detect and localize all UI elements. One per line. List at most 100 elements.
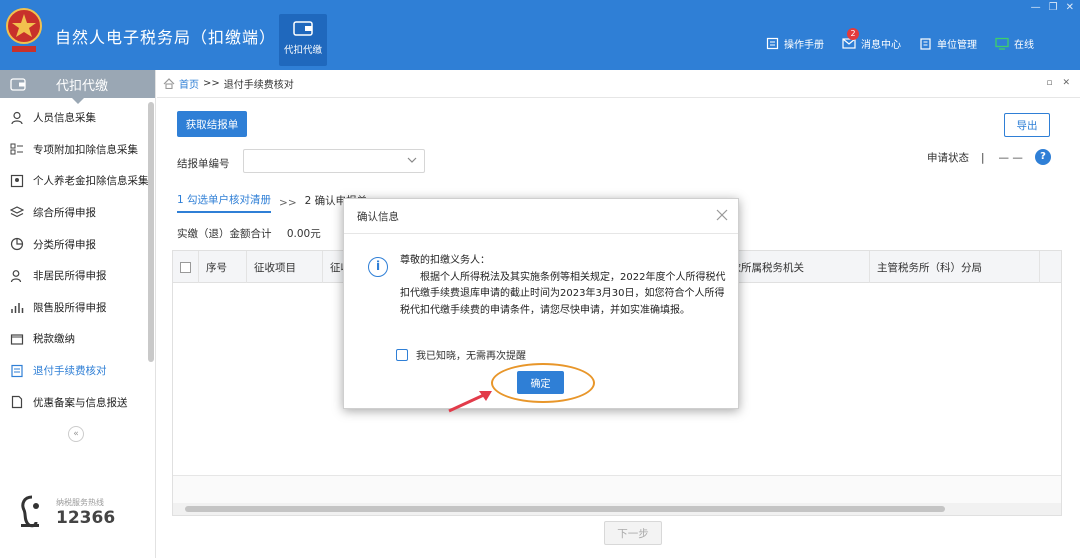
column-header: 主管税务所（科）分局 <box>870 251 1040 283</box>
app-header: 自然人电子税务局（扣缴端） 代扣代缴 操作手册 2 消息中心 单位管理 在线 —… <box>0 0 1080 70</box>
highlight-ring <box>491 363 595 403</box>
close-icon[interactable] <box>716 209 728 221</box>
document-icon <box>11 364 23 377</box>
hotline-label: 纳税服务热线 <box>56 497 104 507</box>
sidebar-item-label: 个人养老金扣除信息采集 <box>33 175 149 188</box>
application-status: 申请状态 | — — <box>927 150 1023 165</box>
dialog-title-bar: 确认信息 <box>344 199 738 234</box>
dialog-greeting: 尊敬的扣缴义务人： <box>400 255 490 266</box>
breadcrumb-current: 退付手续费核对 <box>223 80 294 91</box>
manual-label: 操作手册 <box>784 39 824 51</box>
sidebar-item-label: 专项附加扣除信息采集 <box>33 143 138 156</box>
user-icon <box>10 269 22 282</box>
column-header: 征收项目 <box>247 251 323 283</box>
file-icon <box>11 396 23 409</box>
step-indicator: 1 勾选单户核对清册 >> 2 确认申报单 <box>177 192 367 213</box>
home-icon <box>163 78 175 89</box>
wallet-icon <box>10 77 26 91</box>
dialog-message: 尊敬的扣缴义务人： 根据个人所得税法及其实施条例等相关规定，2022年度个人所得… <box>400 253 728 319</box>
breadcrumb-home[interactable]: 首页 <box>179 76 199 91</box>
restore-icon[interactable]: ❐ <box>1049 2 1058 13</box>
table-horizontal-scrollbar[interactable] <box>173 503 1061 515</box>
summary-value: 0.00元 <box>286 228 321 240</box>
app-title: 自然人电子税务局（扣缴端） <box>55 28 277 47</box>
dialog-message-text: 根据个人所得税法及其实施条例等相关规定，2022年度个人所得税代扣代缴手续费退库… <box>400 271 726 316</box>
layers-icon <box>10 205 24 217</box>
collapse-sidebar-button[interactable]: « <box>68 426 84 442</box>
sidebar-item-label: 综合所得申报 <box>33 207 96 220</box>
status-separator: | <box>981 151 985 164</box>
status-label: 申请状态 <box>927 152 969 164</box>
org-link[interactable]: 单位管理 <box>919 36 977 51</box>
sidebar-item[interactable]: 优惠备案与信息报送 <box>0 386 155 418</box>
sidebar-item[interactable]: 退付手续费核对 <box>0 355 155 387</box>
step-separator: >> <box>279 196 297 209</box>
tax-emblem-icon <box>6 8 42 52</box>
sidebar-item[interactable]: 非居民所得申报 <box>0 260 155 292</box>
online-label: 在线 <box>1014 39 1034 51</box>
sidebar-scrollbar[interactable] <box>148 102 154 362</box>
card-icon <box>10 174 24 188</box>
book-icon <box>766 37 779 49</box>
dialog-title: 确认信息 <box>357 210 399 223</box>
org-label: 单位管理 <box>937 39 977 51</box>
sidebar-header: 代扣代缴 <box>0 70 155 104</box>
minimize-icon[interactable]: — <box>1031 2 1041 13</box>
manual-link[interactable]: 操作手册 <box>766 36 824 51</box>
close-icon[interactable]: ✕ <box>1066 2 1074 13</box>
sidebar-item[interactable]: 综合所得申报 <box>0 197 155 229</box>
report-no-select[interactable] <box>243 149 425 173</box>
next-step-button[interactable]: 下一步 <box>604 521 662 545</box>
select-all-checkbox[interactable] <box>180 261 191 273</box>
window-controls: — ❐ ✕ <box>1031 2 1074 13</box>
export-button[interactable]: 导出 <box>1004 113 1050 137</box>
list-icon <box>10 143 23 155</box>
dont-remind-label: 我已知晓，无需再次提醒 <box>416 351 526 362</box>
breadcrumb-separator: >> <box>203 78 220 89</box>
sidebar-item-label: 税款缴纳 <box>33 333 75 346</box>
wallet-icon <box>293 21 313 36</box>
status-value: — — <box>998 151 1023 164</box>
sidebar-pointer <box>72 98 84 104</box>
messages-link[interactable]: 2 消息中心 <box>842 27 901 51</box>
sidebar-item-label: 优惠备案与信息报送 <box>33 396 128 409</box>
amount-summary: 实缴（退）金额合计 0.00元 <box>177 226 321 241</box>
bar-chart-icon <box>11 303 24 314</box>
sidebar-item[interactable]: 税款缴纳 <box>0 323 155 355</box>
select-all-cell <box>173 251 199 283</box>
sidebar-item[interactable]: 个人养老金扣除信息采集 <box>0 165 155 197</box>
breadcrumb: 首页 >> 退付手续费核对 ▫ ✕ <box>157 70 1080 98</box>
monitor-icon <box>995 37 1009 50</box>
message-badge: 2 <box>847 27 859 40</box>
sidebar-item-label: 退付手续费核对 <box>33 365 107 378</box>
sidebar-item[interactable]: 专项附加扣除信息采集 <box>0 134 155 166</box>
sidebar: 代扣代缴 人员信息采集专项附加扣除信息采集 个人养老金扣除信息采集 综合所得申报分类… <box>0 70 156 558</box>
person-icon <box>11 111 23 124</box>
close-tab-icon[interactable]: ✕ <box>1062 78 1070 88</box>
hotline: 纳税服务热线 12366 <box>18 494 115 530</box>
tab-controls: ▫ ✕ <box>1046 78 1070 88</box>
header-links: 操作手册 2 消息中心 单位管理 在线 <box>766 27 1052 52</box>
dont-remind-checkbox[interactable] <box>396 348 408 361</box>
step-1[interactable]: 1 勾选单户核对清册 <box>177 192 272 213</box>
pointer-arrow-icon <box>448 391 492 413</box>
dont-remind-option[interactable]: 我已知晓，无需再次提醒 <box>396 347 526 362</box>
report-no-label: 结报单编号 <box>177 158 230 170</box>
module-withholding-button[interactable]: 代扣代缴 <box>279 14 327 66</box>
sidebar-item-label: 人员信息采集 <box>33 112 96 125</box>
sidebar-item[interactable]: 分类所得申报 <box>0 228 155 260</box>
table-footer <box>173 475 1061 503</box>
sidebar-item[interactable]: 人员信息采集 <box>0 102 155 134</box>
chevron-down-icon <box>407 157 417 163</box>
online-status[interactable]: 在线 <box>995 36 1034 51</box>
fetch-report-button[interactable]: 获取结报单 <box>177 111 247 137</box>
restore-tab-icon[interactable]: ▫ <box>1046 78 1052 88</box>
messages-label: 消息中心 <box>861 39 901 51</box>
sidebar-item-label: 限售股所得申报 <box>33 301 107 314</box>
summary-label: 实缴（退）金额合计 <box>177 228 272 240</box>
sidebar-title: 代扣代缴 <box>56 78 109 94</box>
help-icon[interactable]: ? <box>1035 149 1051 165</box>
column-header: 序号 <box>199 251 247 283</box>
sidebar-item[interactable]: 限售股所得申报 <box>0 292 155 324</box>
building-icon <box>920 37 931 50</box>
